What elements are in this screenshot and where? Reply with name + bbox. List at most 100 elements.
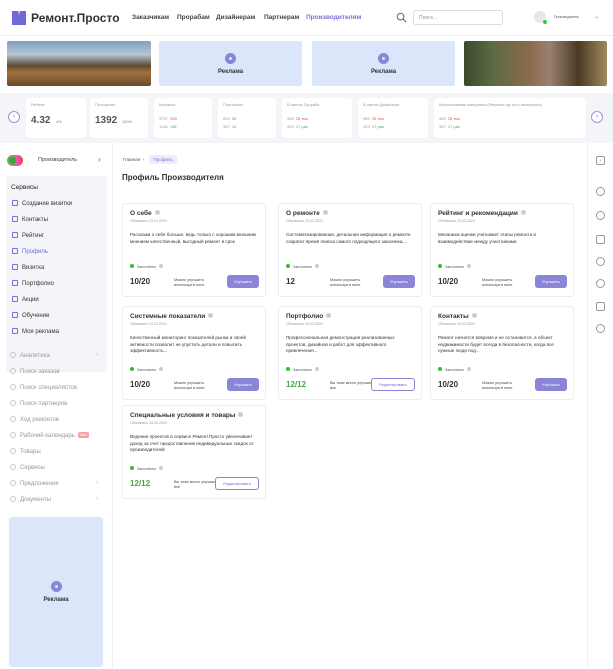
stats-strip: ‹ › Рейтинг 4.32 4% Посещения 1392 100% … (0, 93, 613, 143)
info-icon[interactable] (322, 210, 328, 215)
info-icon[interactable] (471, 313, 477, 318)
chevron-right-icon[interactable]: › (591, 111, 603, 123)
card-updated-date: Обновлено 23.03.2024 (286, 219, 323, 223)
sidebar-item-specialist-search[interactable]: Поиск специалистов (10, 384, 77, 391)
card-status: Заполнено (130, 367, 164, 372)
banner-ad-2[interactable]: Реклама (312, 41, 455, 86)
stat-card-material-usage: Использование материала (Ремонты где ест… (434, 98, 586, 138)
education-icon (12, 312, 18, 318)
ad-icon (378, 52, 389, 64)
sidebar-item-repair-progress[interactable]: Ход ремонтов (10, 416, 59, 423)
card-status: Заполнено (438, 367, 472, 372)
role-label: Производитель (38, 157, 78, 163)
stat-card-foreman-estimates: В сметах Прораба 965 25 тыс 493 17 раз (282, 98, 352, 138)
sidebar-item-rating[interactable]: Рейтинг (12, 232, 44, 239)
info-icon (467, 264, 472, 268)
sidebar-item-calendar[interactable]: Рабочий календарь New (10, 432, 89, 439)
card-updated-date: Обновлено 23.03.2024 (438, 322, 475, 326)
sidebar-item-promotions[interactable]: Акции (12, 296, 39, 303)
sidebar-item-analytics[interactable]: Аналитика › (10, 352, 98, 359)
sidebar-item-goods[interactable]: Товары (10, 448, 41, 455)
logo-text[interactable]: Ремонт.Просто (31, 11, 120, 25)
info-icon[interactable] (208, 313, 214, 318)
search-input[interactable]: Поиск... (413, 10, 503, 25)
info-icon (467, 367, 472, 371)
profile-card-rating: Рейтинг и рекомендации Обновлено 23.03.20… (430, 203, 574, 297)
logo-icon[interactable] (12, 11, 26, 25)
viber-icon[interactable] (596, 257, 605, 266)
improve-button[interactable]: Улучшить (227, 378, 259, 391)
sidebar-item-my-ads[interactable]: Моя реклама (12, 328, 59, 335)
services-icon (10, 464, 16, 470)
bell-icon[interactable] (596, 279, 605, 288)
info-icon[interactable] (326, 313, 332, 318)
card-title: Контакты (438, 313, 477, 320)
chevron-left-icon[interactable]: ‹ (8, 111, 20, 123)
telegram-icon[interactable] (596, 211, 605, 220)
nav-designers[interactable]: Дизайнерам (216, 14, 255, 21)
improve-button[interactable]: Улучшить (535, 275, 567, 288)
sidebar-item-training[interactable]: Обучение (12, 312, 49, 319)
sidebar-item-profile[interactable]: Профиль (12, 248, 48, 255)
stat-card-visits: Посещения 1392 100% (90, 98, 148, 138)
sidebar-item-documents[interactable]: Документы › (10, 496, 98, 503)
like-icon[interactable] (596, 324, 605, 333)
info-icon[interactable] (238, 412, 244, 417)
card-note: Можно улучшить используя в поле (482, 381, 513, 390)
goods-icon (10, 448, 16, 454)
sidebar-item-order-search[interactable]: Поиск заказов (10, 368, 60, 375)
profile-card-repair: О ремонте Обновлено 23.03.2024 Систематизи… (278, 203, 422, 297)
collapse-icon[interactable]: › (596, 156, 605, 165)
search-icon[interactable] (396, 12, 407, 23)
edit-button[interactable]: Редактировать (215, 477, 259, 490)
info-icon[interactable] (520, 210, 526, 215)
status-dot-icon (286, 264, 290, 268)
info-icon[interactable] (154, 210, 160, 215)
stat-card-designer-estimates: В сметах Дизайнера 965 25 тыс 493 17 раз (358, 98, 428, 138)
improve-button[interactable]: Улучшить (535, 378, 567, 391)
improve-button[interactable]: Улучшить (227, 275, 259, 288)
progress-icon (10, 416, 16, 422)
nav-customers[interactable]: Заказчикам (132, 14, 169, 21)
whatsapp-icon[interactable] (596, 187, 605, 196)
mail-icon[interactable] (596, 235, 605, 244)
sidebar-item-contacts[interactable]: Контакты (12, 216, 48, 223)
chat-icon[interactable] (596, 302, 605, 311)
improve-button[interactable]: Улучшить (383, 275, 415, 288)
banner-photo-terrace[interactable] (7, 41, 151, 86)
nav-manufacturers[interactable]: Производителям (306, 14, 361, 21)
search-icon (10, 384, 16, 390)
card-score: 10/20 (438, 380, 459, 389)
banner-photo-balcony[interactable] (464, 41, 607, 86)
role-toggle[interactable] (7, 155, 23, 166)
card-status: Заполнено (286, 264, 320, 269)
status-dot-icon (130, 367, 134, 371)
info-icon (159, 466, 164, 470)
edit-button[interactable]: Редактировать (371, 378, 415, 391)
card-title: Системные показатели (130, 313, 214, 320)
banner-ad-1[interactable]: Реклама (159, 41, 302, 86)
nav-partners[interactable]: Партнерам (264, 14, 299, 21)
card-score: 12/12 (286, 380, 307, 389)
ad-label: Реклама (217, 68, 244, 75)
chevron-down-icon[interactable]: ⌄ (594, 13, 599, 20)
role-switcher[interactable]: Производитель › (7, 154, 107, 168)
sidebar-item-portfolio[interactable]: Портфолио (12, 280, 54, 287)
new-badge: New (77, 432, 89, 438)
nav-foremen[interactable]: Прорабам (177, 14, 210, 21)
card-status: Заполнено (286, 367, 320, 372)
sidebar-item-partner-search[interactable]: Поиск партнеров (10, 400, 67, 407)
sidebar-ad[interactable]: Реклама (9, 517, 103, 667)
card-score: 10/20 (438, 277, 459, 286)
sidebar-item-business-card[interactable]: Визитка (12, 264, 44, 271)
info-icon (159, 367, 164, 371)
chevron-right-icon[interactable]: › (98, 155, 101, 164)
sidebar-item-create-card[interactable]: Создание визитки (12, 200, 72, 207)
breadcrumb-home[interactable]: Главная (123, 157, 140, 162)
page-title: Профиль Производителя (122, 173, 224, 182)
sidebar-item-services[interactable]: Сервисы (10, 464, 45, 471)
sidebar-item-offers[interactable]: Предложения › (10, 480, 98, 487)
card-updated-date: Обновлено 23.03.2024 (286, 322, 323, 326)
card-score: 12 (286, 277, 295, 286)
card-icon (12, 264, 18, 270)
